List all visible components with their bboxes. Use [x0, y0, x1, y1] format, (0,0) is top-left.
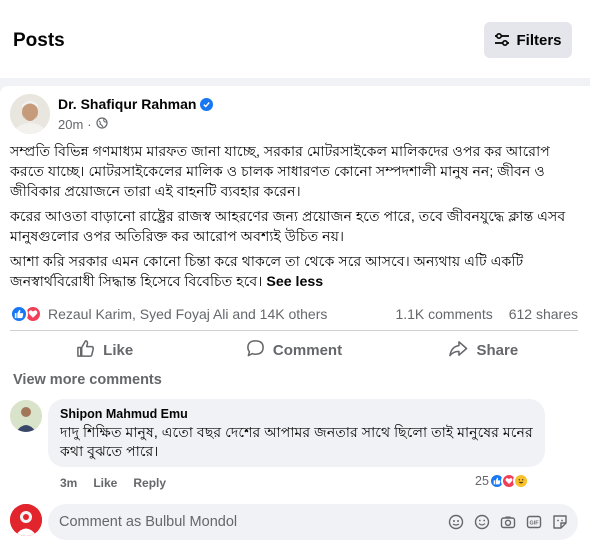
post-paragraph-2: করের আওতা বাড়ানো রাষ্ট্রের রাজস্ব আহরণে…	[10, 209, 566, 245]
meta-separator: ·	[87, 117, 92, 132]
reaction-icons[interactable]	[10, 305, 42, 323]
reactions-summary: Rezaul Karim, Syed Foyaj Ali and 14K oth…	[10, 303, 578, 325]
post-card: Dr. Shafiqur Rahman 20m · সম্প্রতি বিভিন…	[0, 86, 590, 548]
verified-badge-icon	[200, 97, 214, 111]
comment-actions: 3m Like Reply	[60, 476, 166, 490]
see-less-link[interactable]: See less	[266, 274, 323, 290]
sticker-icon[interactable]	[552, 514, 568, 530]
thumbs-up-icon	[76, 339, 95, 362]
post-author[interactable]: Dr. Shafiqur Rahman	[58, 96, 214, 112]
like-reaction-icon	[10, 305, 28, 323]
comment-reply-button[interactable]: Reply	[133, 476, 166, 490]
comment-icon	[246, 339, 265, 362]
post-actions: Like Comment Share	[10, 330, 578, 370]
share-label: Share	[476, 342, 519, 359]
gif-icon[interactable]: GIF	[526, 514, 542, 530]
reactors-text[interactable]: Rezaul Karim, Syed Foyaj Ali and 14K oth…	[48, 306, 395, 322]
like-label: Like	[103, 342, 134, 359]
post-paragraph-3: আশা করি সরকার এমন কোনো চিন্তা করে থাকলে …	[10, 252, 580, 292]
page-title: Posts	[13, 30, 65, 51]
author-name-text[interactable]: Dr. Shafiqur Rahman	[58, 96, 196, 112]
comment-input[interactable]	[59, 514, 448, 530]
post-time[interactable]: 20m	[58, 117, 83, 132]
view-more-comments-link[interactable]: View more comments	[13, 372, 162, 388]
globe-icon	[96, 117, 108, 132]
svg-text:GIF: GIF	[530, 521, 540, 527]
current-user-avatar[interactable]	[10, 504, 42, 536]
share-button[interactable]: Share	[389, 331, 578, 370]
comments-count[interactable]: 1.1K comments	[395, 306, 492, 322]
post-paragraph-1: সম্প্রতি বিভিন্ন গণমাধ্যম মারফত জানা যাচ…	[10, 144, 550, 200]
comment-author[interactable]: Shipon Mahmud Emu	[60, 407, 533, 421]
post-meta: 20m ·	[58, 117, 108, 132]
comment-button[interactable]: Comment	[199, 331, 388, 370]
share-icon	[448, 339, 468, 362]
post-body: সম্প্রতি বিভিন্ন গণমাধ্যম মারফত জানা যাচ…	[10, 142, 580, 297]
filters-label: Filters	[516, 31, 562, 49]
filters-icon	[494, 33, 510, 47]
filters-button[interactable]: Filters	[484, 22, 572, 58]
posts-header: Posts Filters	[0, 0, 590, 78]
comment-composer: GIF	[48, 504, 578, 540]
composer-tools: GIF	[448, 514, 578, 530]
camera-icon[interactable]	[500, 514, 516, 530]
avatar-sticker-icon[interactable]	[448, 514, 464, 530]
comment-label: Comment	[272, 342, 343, 359]
shares-count[interactable]: 612 shares	[509, 306, 578, 322]
comment-time[interactable]: 3m	[60, 476, 77, 490]
haha-reaction-icon	[512, 473, 529, 489]
comment-text: দাদু শিক্ষিত মানুষ, এতো বছর দেশের আপামর …	[60, 425, 533, 460]
commenter-avatar[interactable]	[10, 400, 42, 432]
emoji-icon[interactable]	[474, 514, 490, 530]
author-avatar[interactable]	[10, 94, 50, 134]
like-button[interactable]: Like	[10, 331, 199, 370]
comment-reactions[interactable]: 25	[475, 473, 529, 489]
comment-bubble: Shipon Mahmud Emu দাদু শিক্ষিত মানুষ, এত…	[48, 399, 545, 467]
comment-like-button[interactable]: Like	[93, 476, 117, 490]
comment-reaction-count: 25	[475, 474, 489, 488]
